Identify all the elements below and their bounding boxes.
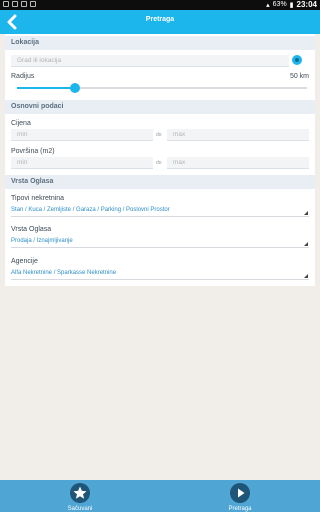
property-types-dropdown[interactable]: Stan / Kuca / Zemljiste / Garaza / Parki… [11,205,309,217]
bottom-bar: Sačuvani Pretraga [0,480,320,512]
area-max-input[interactable]: max [167,157,309,169]
agencies-value: Alfa Nekretnine / Sparkasse Nekretnine [11,270,117,276]
battery-icon: ▮ [289,1,294,9]
listing-type-value: Prodaja / Iznajmljivanje [11,238,73,244]
app-bar: Pretraga [0,10,320,34]
location-input[interactable]: Grad ili lokacija [11,55,289,67]
radius-value: 50 km [289,73,309,80]
status-bar: ▴ 63% ▮ 23:04 [0,0,320,10]
notification-icon [30,1,36,7]
radius-slider-track[interactable] [17,87,307,89]
dropdown-arrow-icon [304,211,308,215]
notification-icon [3,1,9,7]
price-label: Cijena [11,120,31,127]
section-header-lokacija: Lokacija [5,36,315,50]
radius-slider-thumb[interactable] [70,83,80,93]
clock: 23:04 [296,0,317,9]
section-header-osnovni: Osnovni podaci [5,100,315,114]
price-max-input[interactable]: max [167,129,309,141]
area-min-input[interactable]: min [11,157,153,169]
page-title: Pretraga [145,16,175,23]
saved-button[interactable]: Sačuvani [50,483,110,512]
search-button[interactable]: Pretraga [210,483,270,512]
play-icon [230,483,250,503]
agencies-label: Agencije [11,258,38,265]
listing-type-label: Vrsta Oglasa [11,226,52,233]
star-icon [70,483,90,503]
property-types-value: Stan / Kuca / Zemljiste / Garaza / Parki… [11,207,170,213]
dropdown-arrow-icon [304,274,308,278]
area-range-separator: do [156,160,162,166]
gps-location-icon[interactable] [292,55,302,65]
saved-label: Sačuvani [67,506,93,512]
search-label: Pretraga [228,506,252,512]
property-types-label: Tipovi nekretnina [11,195,65,202]
wifi-icon: ▴ [266,1,270,9]
dropdown-arrow-icon [304,242,308,246]
notification-icon [21,1,27,7]
radius-slider-fill [17,87,75,89]
battery-percent: 63% [272,1,287,8]
notification-icon [12,1,18,7]
section-header-vrsta: Vrsta Oglasa [5,175,315,189]
area-label: Površina (m2) [11,148,55,155]
search-form: Lokacija Grad ili lokacija Radijus 50 km… [5,34,315,286]
radius-label: Radijus [11,73,35,80]
listing-type-dropdown[interactable]: Prodaja / Iznajmljivanje [11,236,309,248]
price-range-separator: do [156,132,162,138]
price-min-input[interactable]: min [11,129,153,141]
agencies-dropdown[interactable]: Alfa Nekretnine / Sparkasse Nekretnine [11,268,309,280]
